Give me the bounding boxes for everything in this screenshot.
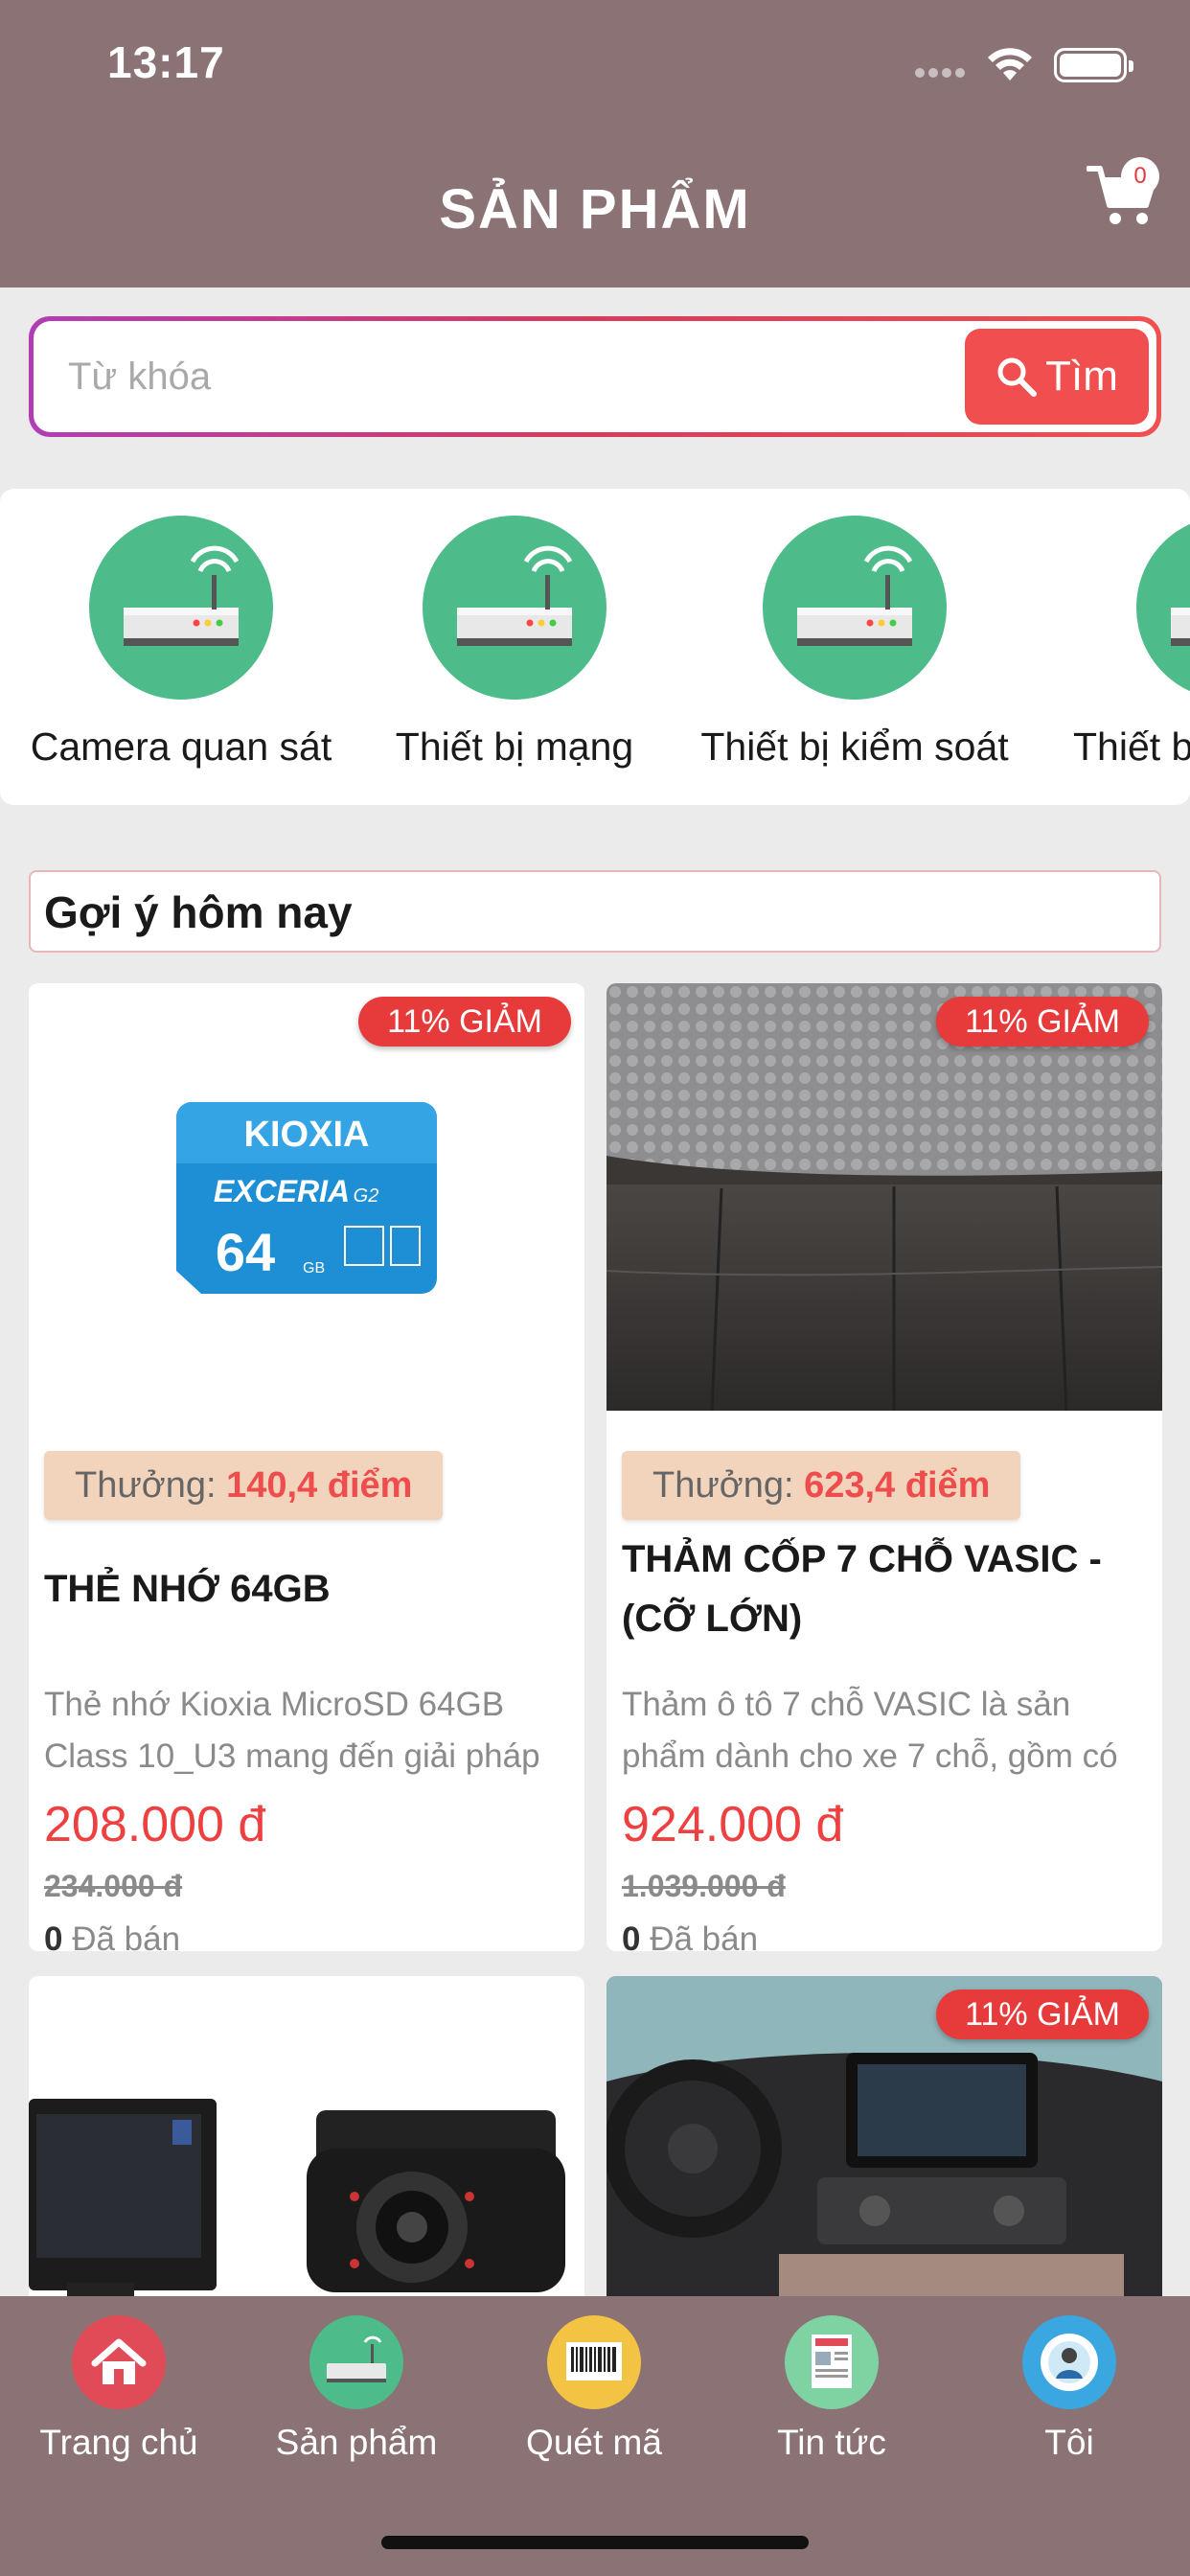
nav-item-news[interactable]: Tin tức [713,2315,950,2463]
search-input[interactable] [68,348,930,405]
reward-value: 140,4 điểm [226,1465,413,1506]
search-icon [997,357,1038,397]
bottom-navigation: Trang chủ Sản phẩm Quét mã Tin tức Tôi [0,2296,1190,2576]
sold-label: Đã bán [650,1920,759,1951]
barcode-icon [547,2315,641,2409]
category-label: Camera quan sát [30,724,332,769]
category-item[interactable]: Camera quan sát [18,516,344,770]
status-bar: 13:17 [0,0,1190,134]
product-image: KIOXIA EXCERIA G2 64 GB 11% GIẢM [29,983,584,1411]
nav-label: Trang chủ [39,2423,198,2462]
product-old-price: 234.000 đ [44,1869,183,1903]
status-time: 13:17 [107,37,225,87]
product-card[interactable]: KIOXIA EXCERIA G2 64 GB 11% GIẢM Thưởng:… [29,983,584,1951]
page-title: SẢN PHẨM [439,178,751,241]
product-card[interactable] [29,1976,584,2321]
search-button[interactable]: Tìm [965,329,1149,425]
router-icon [309,2315,403,2409]
search-inner: Tìm [34,321,1156,432]
home-indicator [381,2536,809,2549]
nav-label: Tôi [1044,2423,1094,2462]
reward-value: 623,4 điểm [804,1465,991,1506]
nav-label: Sản phẩm [275,2423,438,2462]
category-label: Thiết b [1073,724,1190,769]
sold-label: Đã bán [72,1920,181,1951]
product-card[interactable]: 11% GIẢM [606,1976,1162,2321]
nav-label: Tin tức [777,2423,886,2462]
sd-unit: GB [303,1260,325,1276]
product-image: 11% GIẢM [606,983,1162,1411]
product-price: 208.000 đ [44,1797,266,1852]
cellular-signal-icon [915,65,971,79]
sd-capacity: 64 [216,1222,275,1282]
search-bar-area: Tìm [0,288,1190,450]
product-description: Thẻ nhớ Kioxia MicroSD 64GB Class 10_U3 … [44,1686,540,1775]
category-carousel[interactable]: Camera quan sát Thiết bị mạng Thiết bị k… [0,489,1190,805]
product-description: Thảm ô tô 7 chỗ VASIC là sản phẩm dành c… [622,1686,1118,1775]
nav-label: Quét mã [526,2423,662,2462]
settings-user-icon [1022,2315,1116,2409]
reward-points: Thưởng: 140,4 điểm [44,1451,444,1520]
section-title: Gợi ý hôm nay [29,870,1161,953]
product-name: THẢM CỐP 7 CHỖ VASIC - (CỠ LỚN) [622,1538,1102,1640]
router-icon [763,516,947,700]
product-image [29,1976,584,2321]
header: 13:17 SẢN PHẨM 0 [0,0,1190,288]
product-card[interactable]: 11% GIẢM Thưởng: 623,4 điểm THẢM CỐP 7 C… [606,983,1162,1951]
category-item[interactable]: Thiết b [1065,516,1190,770]
reward-label: Thưởng: [75,1465,217,1506]
search-button-label: Tìm [1045,353,1118,400]
car-mat-image [606,983,1162,1411]
product-name: THẺ NHỚ 64GB [44,1568,331,1610]
news-icon [785,2315,879,2409]
product-sold: 0 Đã bán [622,1920,758,1951]
router-icon [423,516,606,700]
discount-badge: 11% GIẢM [936,1990,1149,2039]
sold-count: 0 [622,1920,641,1951]
product-price: 924.000 đ [622,1797,844,1852]
discount-badge: 11% GIẢM [358,997,571,1046]
category-item[interactable]: Thiết bị kiểm soát [692,516,1018,770]
reward-label: Thưởng: [652,1465,794,1506]
router-icon [89,516,273,700]
nav-item-scan[interactable]: Quét mã [475,2315,713,2463]
product-image: 11% GIẢM [606,1976,1162,2321]
category-label: Thiết bị kiểm soát [700,724,1009,769]
reward-points: Thưởng: 623,4 điểm [622,1451,1021,1520]
search-box: Tìm [29,316,1161,437]
nav-item-home[interactable]: Trang chủ [0,2315,238,2463]
category-label: Thiết bị mạng [395,724,634,769]
cart-count-badge: 0 [1121,157,1159,196]
product-sold: 0 Đã bán [44,1920,180,1951]
battery-icon [1054,48,1133,82]
sd-card-image: KIOXIA EXCERIA G2 64 GB [176,1102,437,1294]
home-icon [72,2315,166,2409]
product-old-price: 1.039.000 đ [622,1869,786,1903]
sd-gen: G2 [354,1185,379,1207]
category-item[interactable]: Thiết bị mạng [352,516,677,770]
nav-item-products[interactable]: Sản phẩm [238,2315,475,2463]
sold-count: 0 [44,1920,63,1951]
discount-badge: 11% GIẢM [936,997,1149,1046]
sd-brand: KIOXIA [244,1115,370,1155]
sd-line: EXCERIA [214,1174,350,1208]
nav-item-profile[interactable]: Tôi [950,2315,1188,2463]
wifi-icon [988,48,1032,80]
router-icon [1136,516,1190,700]
monitor-camera-image [29,1976,584,2321]
